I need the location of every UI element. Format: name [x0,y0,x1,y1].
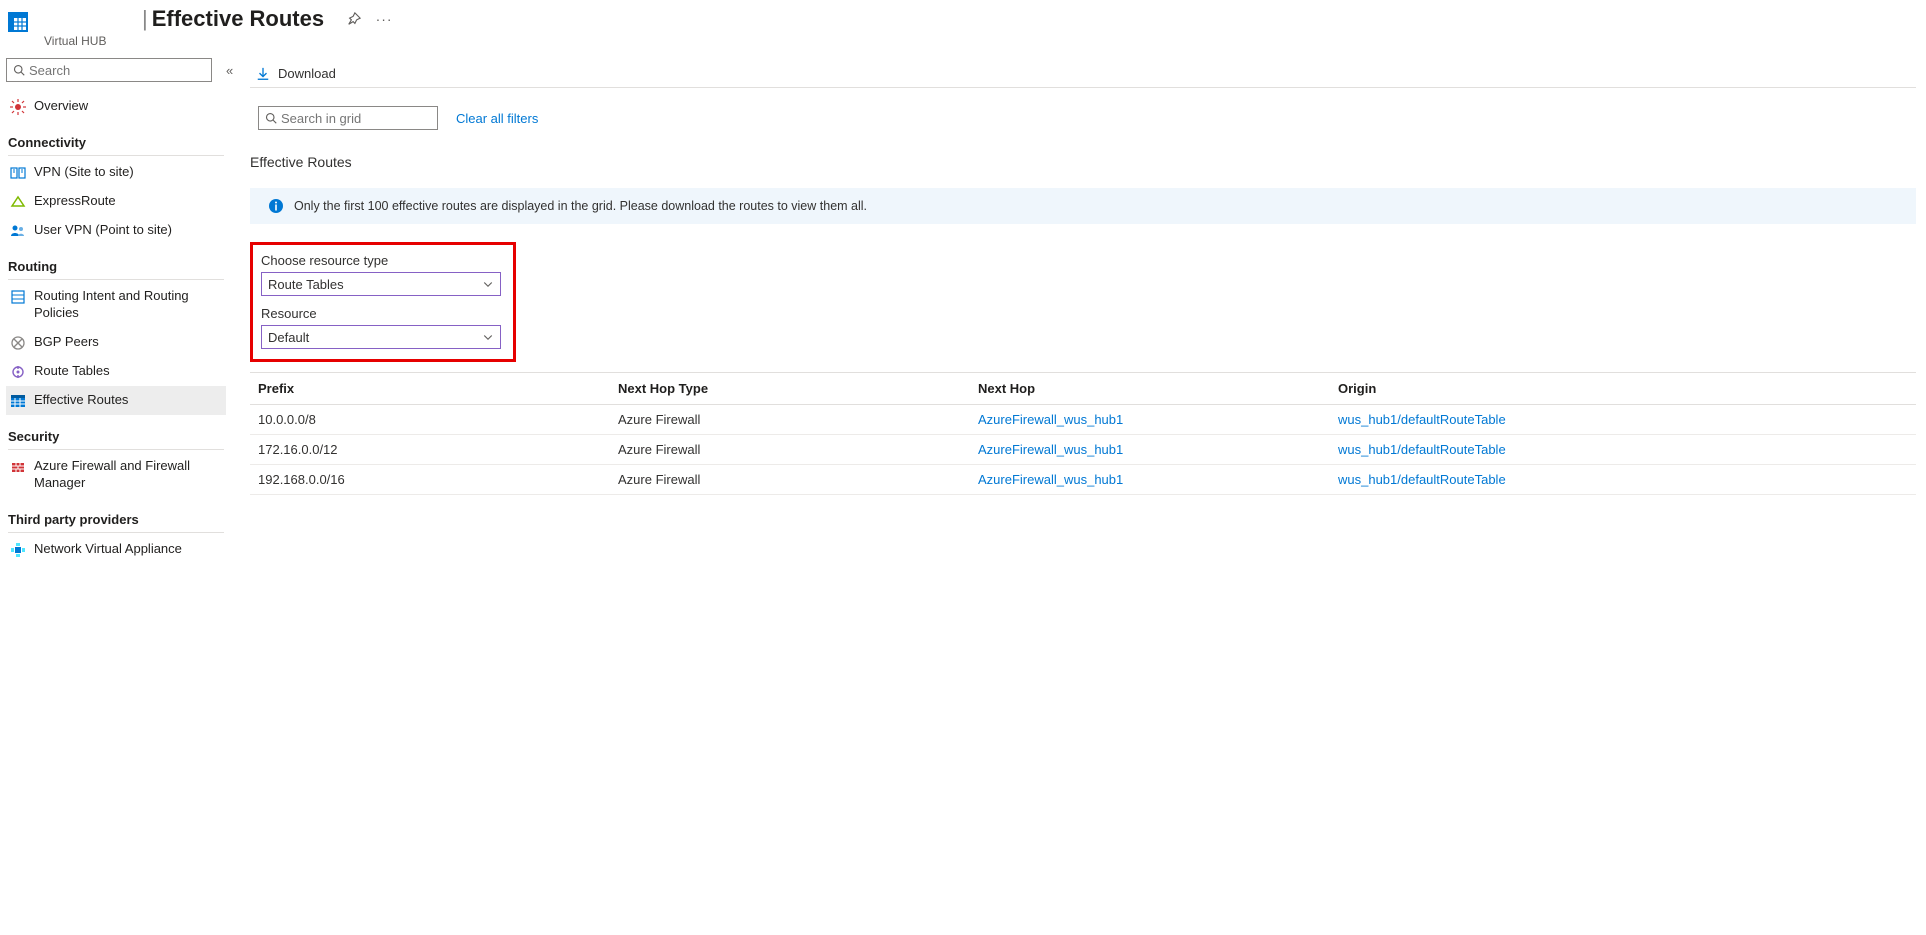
sidebar-item-vpn-site[interactable]: VPN (Site to site) [6,158,226,187]
user-vpn-icon [10,223,26,239]
header-divider: | [140,6,148,32]
table-header-row: Prefix Next Hop Type Next Hop Origin [250,373,1916,405]
info-icon [268,198,284,214]
next-hop-link[interactable]: AzureFirewall_wus_hub1 [978,442,1123,457]
sidebar-item-label: Overview [34,98,88,115]
sidebar-item-label: BGP Peers [34,334,99,351]
sidebar-search[interactable] [6,58,212,82]
section-heading: Effective Routes [250,144,1916,188]
cell-next-hop-type: Azure Firewall [610,465,970,495]
cell-prefix: 172.16.0.0/12 [250,435,610,465]
cell-next-hop-type: Azure Firewall [610,435,970,465]
cell-origin: wus_hub1/defaultRouteTable [1330,405,1916,435]
page-header: | Effective Routes ··· Virtual HUB [0,0,1926,48]
cell-next-hop-type: Azure Firewall [610,405,970,435]
resource-icon [8,12,28,32]
next-hop-link[interactable]: AzureFirewall_wus_hub1 [978,472,1123,487]
grid-search-input[interactable] [281,111,457,126]
resource-type-dropdown[interactable]: Route Tables [261,272,501,296]
overview-icon [10,99,26,115]
chevron-down-icon [482,331,494,343]
sidebar-item-label: Network Virtual Appliance [34,541,182,558]
sidebar-item-expressroute[interactable]: ExpressRoute [6,187,226,216]
vpn-icon [10,165,26,181]
firewall-icon [10,459,26,475]
info-banner-text: Only the first 100 effective routes are … [294,199,867,213]
cell-prefix: 192.168.0.0/16 [250,465,610,495]
sidebar-item-label: ExpressRoute [34,193,116,210]
grid-search[interactable] [258,106,438,130]
resource-value: Default [268,330,309,345]
sidebar-item-route-tables[interactable]: Route Tables [6,357,226,386]
origin-link[interactable]: wus_hub1/defaultRouteTable [1338,472,1506,487]
table-row: 172.16.0.0/12Azure Firewall AzureFirewall… [250,435,1916,465]
sidebar-section-security: Security [8,429,224,450]
cell-origin: wus_hub1/defaultRouteTable [1330,435,1916,465]
sidebar-item-nva[interactable]: Network Virtual Appliance [6,535,226,564]
resource-type-label: Virtual HUB [44,34,396,48]
sidebar-item-effective-routes[interactable]: Effective Routes [6,386,226,415]
sidebar-item-routing-intent[interactable]: Routing Intent and Routing Policies [6,282,226,328]
sidebar-item-label: Effective Routes [34,392,128,409]
chevron-down-icon [482,278,494,290]
routing-intent-icon [10,289,26,305]
sidebar-section-routing: Routing [8,259,224,280]
resource-type-label: Choose resource type [261,253,501,268]
effective-routes-icon [10,393,26,409]
column-header-next-hop-type[interactable]: Next Hop Type [610,373,970,405]
origin-link[interactable]: wus_hub1/defaultRouteTable [1338,442,1506,457]
resource-type-value: Route Tables [268,277,344,292]
highlight-box: Choose resource type Route Tables Resour… [250,242,516,362]
sidebar-item-user-vpn[interactable]: User VPN (Point to site) [6,216,226,245]
table-row: 192.168.0.0/16Azure Firewall AzureFirewal… [250,465,1916,495]
toolbar: Download [250,48,1916,88]
nva-icon [10,542,26,558]
expressroute-icon [10,194,26,210]
sidebar-item-label: User VPN (Point to site) [34,222,172,239]
search-icon [265,112,277,124]
cell-next-hop: AzureFirewall_wus_hub1 [970,405,1330,435]
sidebar-item-overview[interactable]: Overview [6,92,226,121]
filter-row: Clear all filters [250,100,1916,144]
sidebar-section-third-party: Third party providers [8,512,224,533]
info-banner: Only the first 100 effective routes are … [250,188,1916,224]
page-title: Effective Routes [152,6,324,32]
cell-origin: wus_hub1/defaultRouteTable [1330,465,1916,495]
more-icon[interactable]: ··· [372,7,396,31]
routes-table: Prefix Next Hop Type Next Hop Origin 10.… [250,372,1916,495]
cell-next-hop: AzureFirewall_wus_hub1 [970,465,1330,495]
download-button[interactable]: Download [250,62,342,85]
resource-label: Resource [261,306,501,321]
column-header-next-hop[interactable]: Next Hop [970,373,1330,405]
search-icon [13,64,25,76]
sidebar-item-label: Routing Intent and Routing Policies [34,288,222,322]
sidebar-item-label: VPN (Site to site) [34,164,134,181]
table-row: 10.0.0.0/8Azure Firewall AzureFirewall_wu… [250,405,1916,435]
bgp-peers-icon [10,335,26,351]
sidebar-item-firewall-manager[interactable]: Azure Firewall and Firewall Manager [6,452,226,498]
origin-link[interactable]: wus_hub1/defaultRouteTable [1338,412,1506,427]
download-icon [256,67,270,81]
column-header-prefix[interactable]: Prefix [250,373,610,405]
clear-filters-link[interactable]: Clear all filters [456,111,538,126]
sidebar: « Overview [0,48,232,574]
sidebar-item-label: Route Tables [34,363,110,380]
next-hop-link[interactable]: AzureFirewall_wus_hub1 [978,412,1123,427]
download-label: Download [278,66,336,81]
cell-next-hop: AzureFirewall_wus_hub1 [970,435,1330,465]
cell-prefix: 10.0.0.0/8 [250,405,610,435]
sidebar-item-bgp-peers[interactable]: BGP Peers [6,328,226,357]
sidebar-item-label: Azure Firewall and Firewall Manager [34,458,222,492]
sidebar-section-connectivity: Connectivity [8,135,224,156]
sidebar-search-input[interactable] [29,63,205,78]
route-tables-icon [10,364,26,380]
main-content: Download Clear all filters Effective Rou… [232,48,1926,574]
pin-icon[interactable] [342,7,366,31]
resource-dropdown[interactable]: Default [261,325,501,349]
column-header-origin[interactable]: Origin [1330,373,1916,405]
